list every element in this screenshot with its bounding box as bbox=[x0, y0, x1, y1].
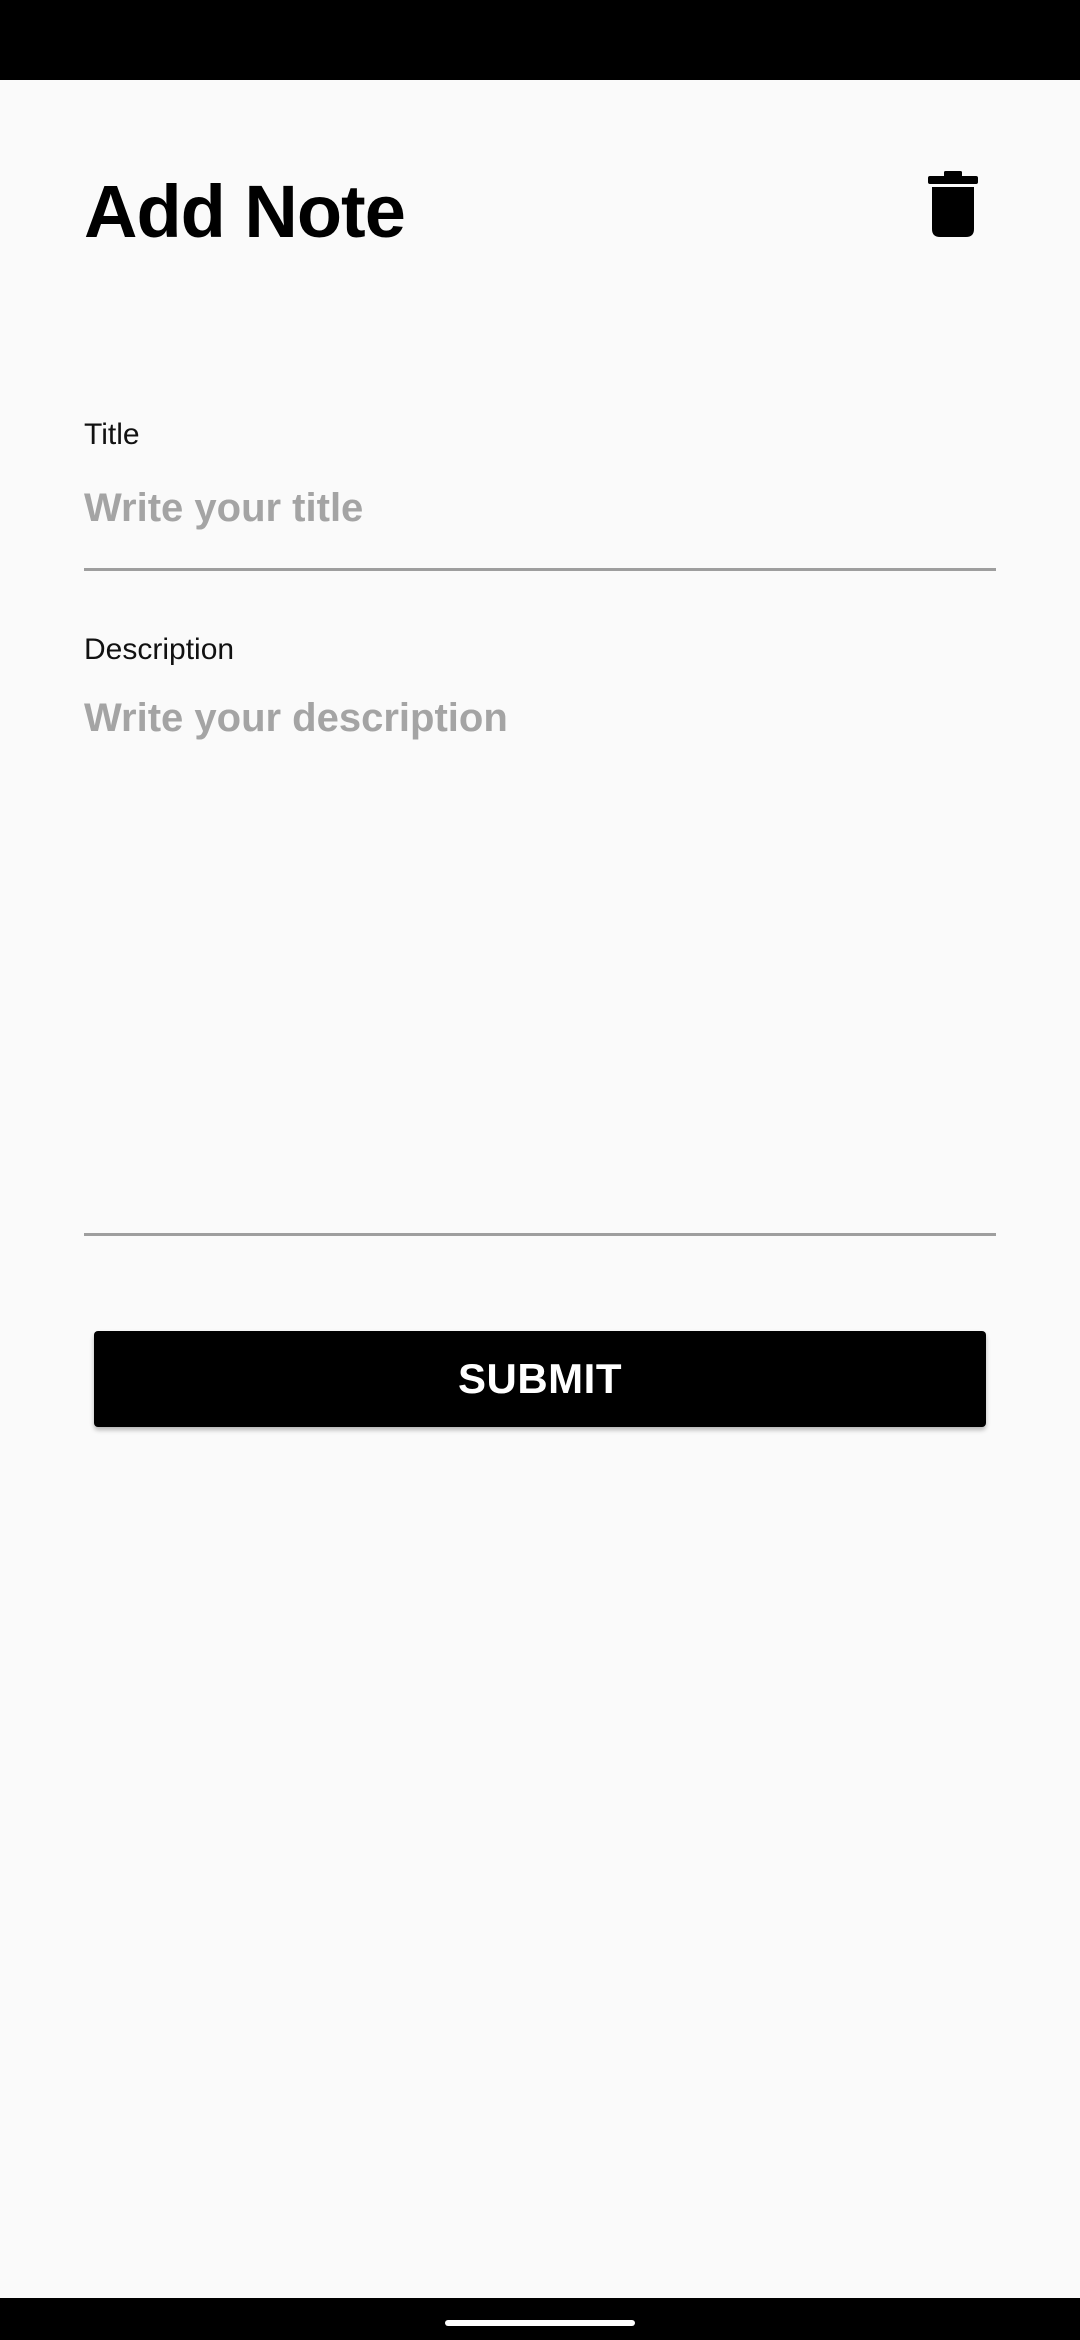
home-indicator[interactable] bbox=[445, 2320, 635, 2326]
title-label: Title bbox=[84, 418, 140, 451]
page-title: Add Note bbox=[84, 170, 406, 253]
trash-icon bbox=[928, 171, 978, 237]
navigation-bar bbox=[0, 2298, 1080, 2340]
submit-button[interactable]: SUBMIT bbox=[94, 1331, 986, 1427]
title-input[interactable] bbox=[84, 478, 996, 538]
app-header: Add Note bbox=[0, 80, 1080, 280]
description-input[interactable] bbox=[84, 690, 996, 1220]
description-label: Description bbox=[84, 633, 235, 666]
status-bar bbox=[0, 0, 1080, 80]
delete-button[interactable] bbox=[918, 164, 988, 244]
title-underline bbox=[84, 568, 996, 571]
description-underline bbox=[84, 1233, 996, 1236]
